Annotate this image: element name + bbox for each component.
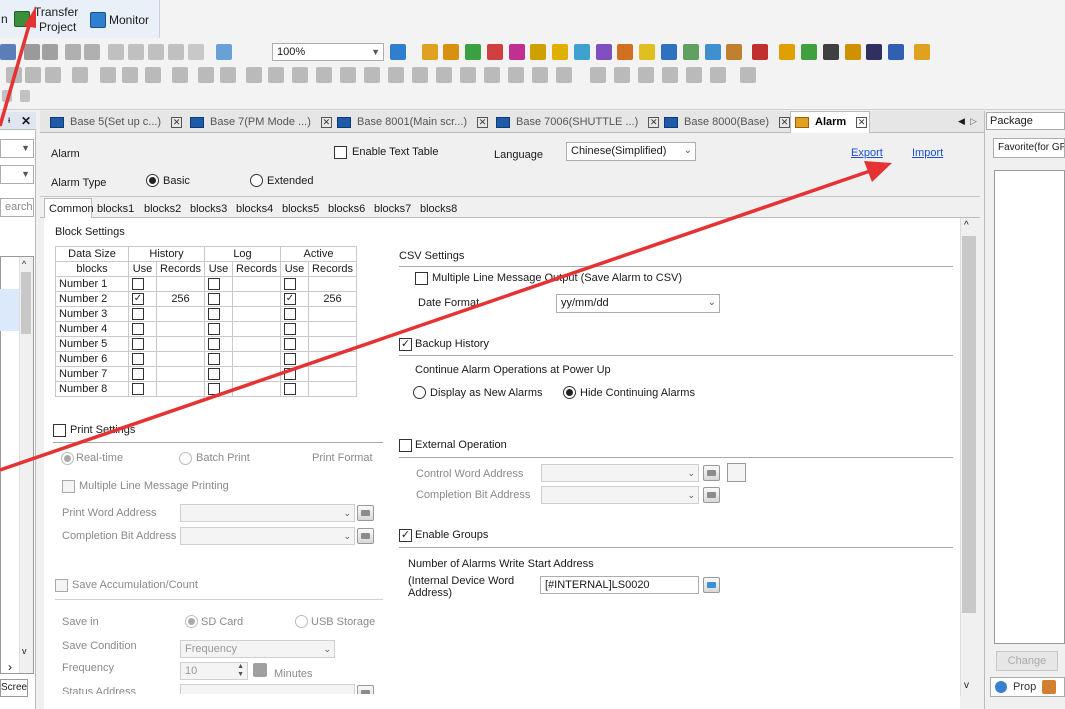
annotation-arrows	[0, 6, 892, 472]
annotation-arrow-transfer	[0, 21, 32, 127]
annotation-arrowhead-import	[864, 161, 892, 182]
annotation-arrowhead-transfer	[24, 6, 36, 28]
annotation-arrow-import	[0, 169, 871, 472]
